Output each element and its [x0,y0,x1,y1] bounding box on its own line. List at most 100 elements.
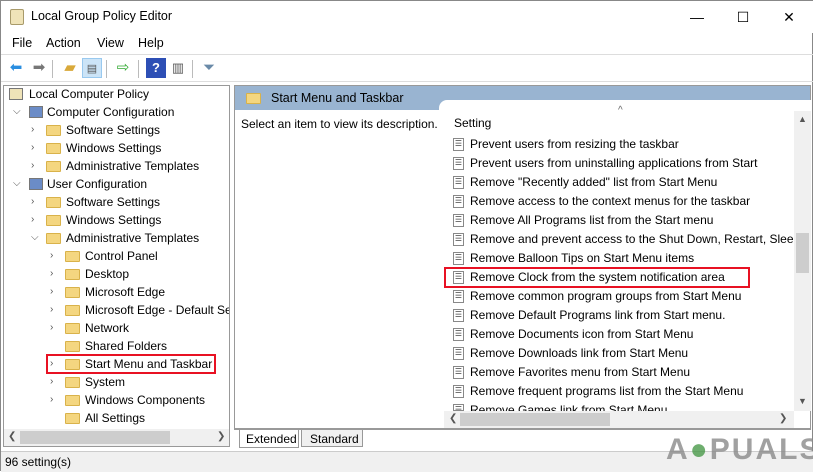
up-folder-icon[interactable]: ▰ [60,58,80,78]
folder-icon [46,233,61,244]
setting-row[interactable]: Remove Downloads link from Start Menu [470,344,688,363]
chevron-right-icon[interactable]: › [50,322,53,333]
policy-setting-icon: ☰ [453,157,464,170]
minimize-button[interactable]: — [674,1,720,33]
filter-icon[interactable]: ⏷ [199,58,219,78]
tree-item[interactable]: Software Settings [66,121,160,139]
policy-setting-icon: ☰ [453,309,464,322]
tree-item[interactable]: Computer Configuration [47,103,174,121]
policy-setting-icon: ☰ [453,176,464,189]
folder-icon [65,287,80,298]
toolbar-separator [138,60,139,78]
chevron-right-icon[interactable]: › [31,214,34,225]
setting-row[interactable]: Remove Default Programs link from Start … [470,306,725,325]
status-text: 96 setting(s) [5,455,72,469]
policy-setting-icon: ☰ [453,404,464,411]
folder-icon [46,215,61,226]
chevron-right-icon[interactable]: › [31,160,34,171]
setting-row[interactable]: Remove Favorites menu from Start Menu [470,363,690,382]
tree-item[interactable]: Administrative Templates [66,157,199,175]
chevron-right-icon[interactable]: › [50,304,53,315]
policy-setting-icon: ☰ [453,366,464,379]
menu-action[interactable]: Action [46,36,81,50]
setting-row[interactable]: Remove frequent programs list from the S… [470,382,743,401]
scrollbar-thumb[interactable] [460,413,610,426]
setting-row[interactable]: Remove Games link from Start Menu [470,401,667,411]
folder-icon [65,413,80,424]
policy-setting-icon: ☰ [453,385,464,398]
toolbar-separator [192,60,193,78]
chevron-right-icon[interactable]: › [31,124,34,135]
policy-setting-icon: ☰ [453,138,464,151]
chevron-down-icon[interactable]: ⌵ [13,178,21,189]
folder-icon [46,125,61,136]
scrollbar-thumb[interactable] [796,233,809,273]
tree-item[interactable]: Desktop [85,265,129,283]
tree-horizontal-scrollbar[interactable]: ❮ ❯ [4,429,229,446]
menu-file[interactable]: File [12,36,32,50]
show-hide-tree-icon[interactable]: ▤ [82,58,102,78]
folder-icon [46,143,61,154]
setting-row[interactable]: Prevent users from resizing the taskbar [470,135,679,154]
description-text: Select an item to view its description. [241,117,438,131]
policy-setting-icon: ☰ [453,233,464,246]
chevron-down-icon[interactable]: ⌵ [31,232,39,243]
show-action-pane-icon[interactable]: ▥ [168,58,188,78]
folder-icon [65,251,80,262]
tree-item[interactable]: Windows Settings [66,139,161,157]
tab-extended[interactable]: Extended [239,430,299,448]
menu-view[interactable]: View [97,36,124,50]
tree-item[interactable]: Local Computer Policy [29,85,149,103]
setting-row[interactable]: Prevent users from uninstalling applicat… [470,154,757,173]
settings-vertical-scrollbar[interactable]: ▲ ▼ [794,111,811,411]
column-header-setting[interactable]: Setting [454,116,491,130]
tree-item[interactable]: System [85,373,125,391]
policy-setting-icon: ☰ [453,290,464,303]
chevron-right-icon[interactable]: › [31,196,34,207]
sort-ascending-icon: ^ [618,105,623,116]
tree-item[interactable]: Windows Components [85,391,205,409]
chevron-right-icon[interactable]: › [50,376,53,387]
tree-item[interactable]: Network [85,319,129,337]
setting-row[interactable]: Remove and prevent access to the Shut Do… [470,230,810,249]
tab-standard[interactable]: Standard [301,430,363,447]
menu-help[interactable]: Help [138,36,164,50]
setting-row[interactable]: Remove access to the context menus for t… [470,192,750,211]
chevron-right-icon[interactable]: › [31,142,34,153]
help-icon[interactable]: ? [146,58,166,78]
export-list-icon[interactable]: ⇨ [113,58,133,78]
close-button[interactable]: ✕ [766,1,812,33]
category-title: Start Menu and Taskbar [271,91,404,105]
setting-row[interactable]: Remove Documents icon from Start Menu [470,325,693,344]
toolbar-separator [106,60,107,78]
tree-item[interactable]: Software Settings [66,193,160,211]
tree-item[interactable]: User Configuration [47,175,147,193]
app-scroll-icon [10,9,24,25]
tree-item[interactable]: Microsoft Edge [85,283,165,301]
chevron-down-icon[interactable]: ⌵ [13,106,21,117]
chevron-right-icon[interactable]: › [50,268,53,279]
policy-setting-icon: ☰ [453,328,464,341]
settings-horizontal-scrollbar[interactable]: ❮ ❯ [444,411,794,428]
chevron-right-icon[interactable]: › [50,250,53,261]
user-icon [29,178,43,190]
tree-item[interactable]: Microsoft Edge - Default Se [85,301,229,319]
setting-row[interactable]: Remove "Recently added" list from Start … [470,173,717,192]
back-icon[interactable]: ⬅ [6,58,26,78]
folder-icon [46,197,61,208]
tree-item[interactable]: Administrative Templates [66,229,199,247]
maximize-button[interactable]: ☐ [720,1,766,33]
scrollbar-thumb[interactable] [20,431,170,444]
tree-item[interactable]: All Settings [85,409,145,427]
folder-icon [65,377,80,388]
tree-item[interactable]: Control Panel [85,247,158,265]
forward-icon[interactable]: ➡ [29,58,49,78]
chevron-right-icon[interactable]: › [50,286,53,297]
chevron-right-icon[interactable]: › [50,394,53,405]
toolbar-separator [52,60,53,78]
setting-row[interactable]: Remove common program groups from Start … [470,287,741,306]
setting-row[interactable]: Remove Balloon Tips on Start Menu items [470,249,694,268]
tree-item[interactable]: Shared Folders [85,337,167,355]
setting-row[interactable]: Remove All Programs list from the Start … [470,211,713,230]
tree-item[interactable]: Windows Settings [66,211,161,229]
